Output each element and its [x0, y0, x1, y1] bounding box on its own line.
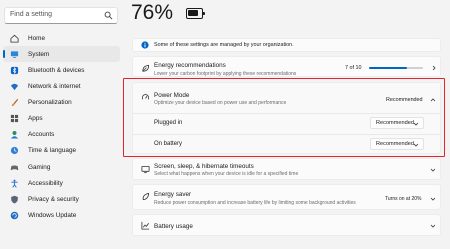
energy-saver-icon — [142, 192, 150, 201]
sidebar-item-label: Network & internet — [28, 82, 81, 90]
energy-recommendations-card[interactable]: Energy recommendations Lower your carbon… — [132, 56, 441, 77]
sidebar-item-label: Privacy & security — [28, 195, 79, 203]
main-content: 76% Some of these settings are managed b… — [123, 0, 450, 249]
globe-clock-icon — [10, 147, 19, 155]
info-icon — [141, 41, 149, 49]
sidebar-item-label: Apps — [28, 115, 43, 123]
sidebar-item-privacy[interactable]: Privacy & security — [3, 191, 120, 207]
energy-saver-status: Turns on at 20% — [385, 196, 422, 202]
power-mode-subtitle: Optimize your device based on power use … — [154, 100, 287, 106]
chart-icon — [141, 221, 150, 230]
monitor-sleep-icon — [141, 165, 150, 174]
sidebar-item-accessibility[interactable]: Accessibility — [3, 175, 120, 191]
energy-recommendations-title: Energy recommendations — [154, 62, 226, 69]
screen-sleep-title: Screen, sleep, & hibernate timeouts — [154, 163, 254, 170]
update-icon — [10, 211, 19, 220]
sidebar: Find a setting Home System Bluetooth & d… — [0, 0, 123, 249]
managed-notice-text: Some of these settings are managed by yo… — [154, 42, 294, 48]
sidebar-item-label: System — [28, 50, 50, 58]
energy-progress-bar — [369, 67, 423, 69]
chevron-down-icon — [413, 122, 419, 126]
system-icon — [10, 50, 19, 58]
sidebar-item-label: Bluetooth & devices — [28, 66, 85, 74]
battery-icon — [186, 8, 205, 19]
power-mode-value: Recommended — [386, 97, 423, 103]
plugged-in-label: Plugged in — [154, 120, 183, 126]
sidebar-item-label: Gaming — [28, 163, 51, 171]
sidebar-item-accounts[interactable]: Accounts — [3, 127, 120, 143]
account-icon — [10, 131, 19, 139]
chevron-right-icon[interactable] — [431, 65, 437, 71]
on-battery-label: On battery — [154, 141, 183, 147]
sidebar-item-label: Time & language — [28, 147, 77, 155]
chevron-down-icon[interactable] — [430, 223, 436, 229]
shield-icon — [11, 195, 18, 204]
apps-icon — [10, 115, 19, 123]
sidebar-item-system[interactable]: System — [3, 46, 120, 63]
sidebar-item-label: Accounts — [28, 131, 55, 139]
controller-icon — [10, 165, 19, 170]
plugged-in-dropdown[interactable]: Recommended — [370, 117, 424, 129]
chevron-down-icon[interactable] — [430, 167, 436, 173]
battery-usage-card[interactable]: Battery usage — [132, 214, 441, 236]
on-battery-row: On battery Recommended — [133, 135, 440, 155]
search-box[interactable]: Find a setting — [4, 7, 118, 24]
energy-saver-card[interactable]: Energy saver Reduce power consumption an… — [132, 184, 441, 210]
energy-progress-text: 7 of 10 — [345, 65, 362, 71]
wifi-icon — [10, 83, 19, 91]
managed-notice: Some of these settings are managed by yo… — [132, 38, 441, 52]
screen-sleep-subtitle: Select what happens when your device is … — [154, 171, 299, 177]
sidebar-item-time-language[interactable]: Time & language — [3, 143, 120, 159]
power-mode-header[interactable]: Power Mode Optimize your device based on… — [133, 83, 440, 111]
energy-saver-subtitle: Reduce power consumption and increase ba… — [154, 200, 356, 206]
sidebar-nav: Home System Bluetooth & devices Network … — [3, 30, 120, 224]
energy-recommendations-subtitle: Lower your carbon footprint by applying … — [154, 71, 297, 76]
sidebar-item-gaming[interactable]: Gaming — [3, 159, 120, 175]
home-icon — [10, 34, 19, 43]
sidebar-item-network[interactable]: Network & internet — [3, 78, 120, 94]
bluetooth-icon — [10, 66, 19, 74]
sidebar-item-windows-update[interactable]: Windows Update — [3, 208, 120, 224]
search-input[interactable]: Find a setting — [10, 11, 52, 18]
search-icon[interactable] — [104, 11, 113, 20]
power-mode-card: Power Mode Optimize your device based on… — [132, 82, 441, 154]
sidebar-item-label: Personalization — [28, 99, 72, 107]
battery-usage-title: Battery usage — [154, 223, 193, 230]
sidebar-item-label: Windows Update — [28, 212, 77, 220]
sidebar-item-bluetooth[interactable]: Bluetooth & devices — [3, 62, 120, 78]
energy-saver-title: Energy saver — [154, 191, 192, 198]
chevron-up-icon[interactable] — [430, 97, 436, 103]
power-mode-icon — [141, 94, 150, 100]
plugged-in-row: Plugged in Recommended — [133, 114, 440, 134]
sidebar-item-label: Home — [28, 34, 46, 42]
on-battery-dropdown-value: Recommended — [376, 141, 414, 147]
plugged-in-dropdown-value: Recommended — [376, 120, 414, 126]
screen-sleep-card[interactable]: Screen, sleep, & hibernate timeouts Sele… — [132, 158, 441, 180]
sidebar-item-personalization[interactable]: Personalization — [3, 95, 120, 111]
sidebar-item-label: Accessibility — [28, 179, 63, 187]
chevron-down-icon — [413, 143, 419, 147]
accessibility-icon — [11, 179, 18, 188]
chevron-down-icon[interactable] — [430, 196, 436, 202]
power-mode-title: Power Mode — [154, 92, 190, 99]
battery-percentage: 76% — [131, 1, 174, 24]
leaf-icon — [142, 64, 150, 72]
on-battery-dropdown[interactable]: Recommended — [370, 138, 424, 150]
sidebar-item-apps[interactable]: Apps — [3, 111, 120, 127]
energy-progress-fill — [369, 67, 407, 69]
brush-icon — [11, 98, 19, 107]
sidebar-item-home[interactable]: Home — [3, 30, 120, 46]
